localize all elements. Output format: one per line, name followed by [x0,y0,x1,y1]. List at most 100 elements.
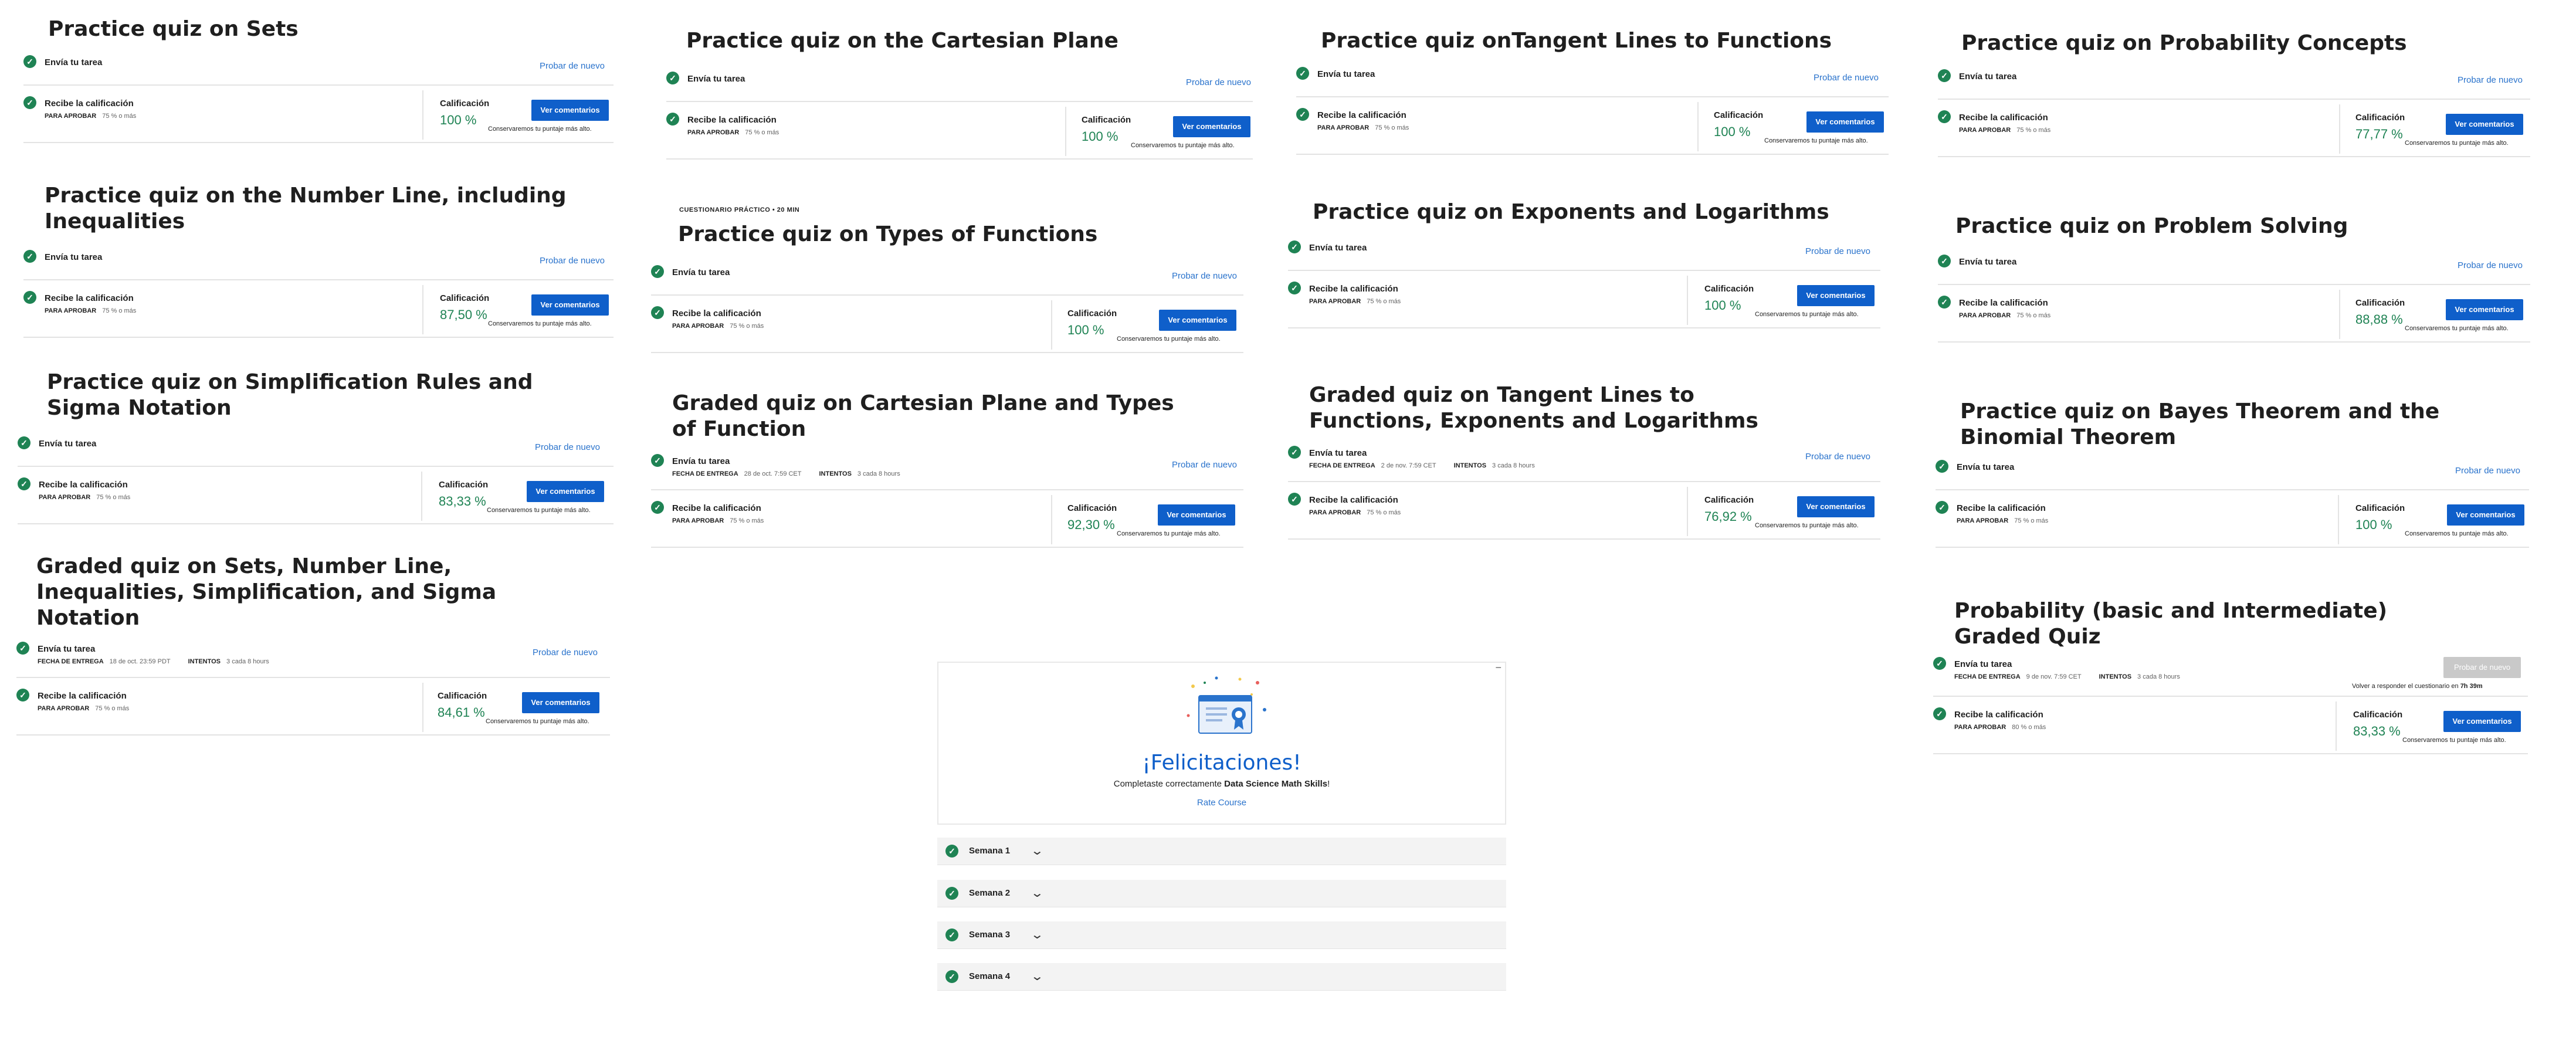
retry-link[interactable]: Probar de nuevo [1172,460,1237,470]
quiz-title[interactable]: Graded quiz on Cartesian Plane and Types… [672,391,1177,442]
quiz-card: Practice quiz on the Number Line, includ… [23,183,614,338]
keep-highest-note: Conservaremos tu puntaje más alto. [488,126,592,133]
quiz-title[interactable]: Practice quiz on Simplification Rules an… [47,370,614,421]
quiz-title[interactable]: Practice quiz on Probability Concepts [1961,30,2530,56]
retry-link[interactable]: Probar de nuevo [1186,77,1251,87]
week-accordion-1[interactable]: ✓ Semana 1 ⌄ [937,838,1506,865]
check-icon: ✓ [666,72,679,84]
grade-label: Calificación [2355,113,2405,123]
retry-link[interactable]: Probar de nuevo [1805,246,1870,256]
quiz-title[interactable]: Practice quiz on the Number Line, includ… [45,183,614,235]
retry-link[interactable]: Probar de nuevo [2455,466,2520,476]
retry-link[interactable]: Probar de nuevo [535,442,600,452]
pass-requirement: PARA APROBAR 75 % o más [1317,124,1409,131]
quiz-title[interactable]: Practice quiz on Bayes Theorem and the B… [1960,399,2476,450]
receive-label: Recibe la calificación [45,99,134,109]
check-icon: ✓ [945,928,958,941]
receive-label: Recibe la calificación [1959,113,2048,123]
week-accordion-4[interactable]: ✓ Semana 4 ⌄ [937,963,1506,991]
view-feedback-button[interactable]: Ver comentarios [1158,504,1235,526]
check-icon: ✓ [1288,282,1301,294]
view-feedback-button[interactable]: Ver comentarios [2447,504,2524,526]
quiz-title[interactable]: Practice quiz on Problem Solving [1955,214,2530,239]
keep-highest-note: Conservaremos tu puntaje más alto. [1131,142,1235,149]
check-icon: ✓ [1936,460,1948,473]
quiz-title[interactable]: Practice quiz on Exponents and Logarithm… [1313,199,1880,225]
check-icon: ✓ [1288,446,1301,459]
grade-row: ✓ Recibe la calificación PARA APROBAR 75 … [651,490,1243,548]
view-feedback-button[interactable]: Ver comentarios [2443,711,2521,732]
view-feedback-button[interactable]: Ver comentarios [1159,310,1236,331]
view-feedback-button[interactable]: Ver comentarios [2446,299,2523,320]
grade-row: ✓ Recibe la calificación PARA APROBAR 75 … [1288,271,1880,328]
receive-label: Recibe la calificación [38,691,127,701]
retry-link[interactable]: Probar de nuevo [1814,73,1879,83]
keep-highest-note: Conservaremos tu puntaje más alto. [2402,737,2506,744]
chevron-down-icon[interactable]: ⌄ [1031,927,1044,942]
pass-requirement: PARA APROBAR 80 % o más [1954,724,2046,731]
keep-highest-note: Conservaremos tu puntaje más alto. [1755,522,1859,529]
grade-label: Calificación [1067,309,1117,318]
pass-requirement: PARA APROBAR 75 % o más [1959,127,2051,134]
grade-row: ✓ Recibe la calificación PARA APROBAR 75 … [1936,490,2529,548]
view-feedback-button[interactable]: Ver comentarios [527,481,604,502]
quiz-title[interactable]: Probability (basic and Intermediate) Gra… [1954,598,2435,650]
view-feedback-button[interactable]: Ver comentarios [531,100,609,121]
week-accordion-3[interactable]: ✓ Semana 3 ⌄ [937,921,1506,949]
check-icon: ✓ [666,113,679,126]
check-icon: ✓ [1936,501,1948,514]
certificate-illustration [1187,676,1266,734]
submit-row: ✓ Envía tu tarea FECHA DE ENTREGA 9 de no… [1933,657,2528,697]
quiz-title[interactable]: Practice quiz on the Cartesian Plane [686,28,1253,54]
grade-row: ✓ Recibe la calificación PARA APROBAR 75 … [18,467,614,524]
week-label: Semana 3 [969,930,1011,940]
check-icon: ✓ [16,689,29,702]
retry-link[interactable]: Probar de nuevo [2458,260,2523,270]
view-feedback-button[interactable]: Ver comentarios [522,692,599,713]
retry-link[interactable]: Probar de nuevo [1805,452,1870,462]
view-feedback-button[interactable]: Ver comentarios [1173,116,1250,137]
grade-label: Calificación [1704,495,1754,505]
divider [422,285,423,334]
chevron-down-icon[interactable]: ⌄ [1031,969,1044,984]
quiz-title[interactable]: Graded quiz on Tangent Lines to Function… [1309,382,1814,434]
week-accordion-2[interactable]: ✓ Semana 2 ⌄ [937,880,1506,907]
divider [421,472,422,521]
quiz-title[interactable]: Practice quiz on Types of Functions [678,222,1243,248]
chevron-down-icon[interactable]: ⌄ [1031,843,1044,858]
grade-row: ✓ Recibe la calificación PARA APROBAR 75 … [23,86,614,143]
grade-row: ✓ Recibe la calificación PARA APROBAR 75 … [1296,97,1889,155]
minimize-icon[interactable]: − [1495,662,1501,674]
pass-requirement: PARA APROBAR 75 % o más [672,323,764,330]
retry-link[interactable]: Probar de nuevo [1172,271,1237,281]
chevron-down-icon[interactable]: ⌄ [1031,886,1044,900]
view-feedback-button[interactable]: Ver comentarios [1797,285,1875,306]
check-icon: ✓ [23,55,36,68]
submit-row: ✓ Envía tu tarea FECHA DE ENTREGA 28 de o… [651,454,1243,490]
rate-course-link[interactable]: Rate Course [938,798,1505,808]
grade-row: ✓ Recibe la calificación PARA APROBAR 75 … [1288,482,1880,540]
retry-link[interactable]: Probar de nuevo [533,648,598,658]
submit-label: Envía tu tarea [39,439,97,449]
quiz-card: Graded quiz on Tangent Lines to Function… [1288,382,1880,540]
view-feedback-button[interactable]: Ver comentarios [2446,114,2523,135]
view-feedback-button[interactable]: Ver comentarios [1797,496,1875,517]
pass-requirement: PARA APROBAR 75 % o más [1309,298,1401,305]
keep-highest-note: Conservaremos tu puntaje más alto. [2405,530,2509,537]
divider [422,90,423,140]
retry-link[interactable]: Probar de nuevo [2458,75,2523,85]
week-label: Semana 4 [969,971,1011,981]
retry-link[interactable]: Probar de nuevo [540,256,605,266]
quiz-title[interactable]: Practice quiz onTangent Lines to Functio… [1321,28,1889,54]
grade-row: ✓ Recibe la calificación PARA APROBAR 75 … [666,102,1253,160]
quiz-title[interactable]: Graded quiz on Sets, Number Line, Inequa… [36,554,553,631]
view-feedback-button[interactable]: Ver comentarios [531,294,609,316]
pass-requirement: PARA APROBAR 75 % o más [45,113,137,120]
check-icon: ✓ [1933,657,1946,670]
retry-link[interactable]: Probar de nuevo [540,61,605,71]
view-feedback-button[interactable]: Ver comentarios [1806,111,1884,133]
quiz-title[interactable]: Practice quiz on Sets [48,16,614,42]
grade-label: Calificación [1082,115,1131,125]
keep-highest-note: Conservaremos tu puntaje más alto. [487,507,591,514]
check-icon: ✓ [1938,110,1951,123]
